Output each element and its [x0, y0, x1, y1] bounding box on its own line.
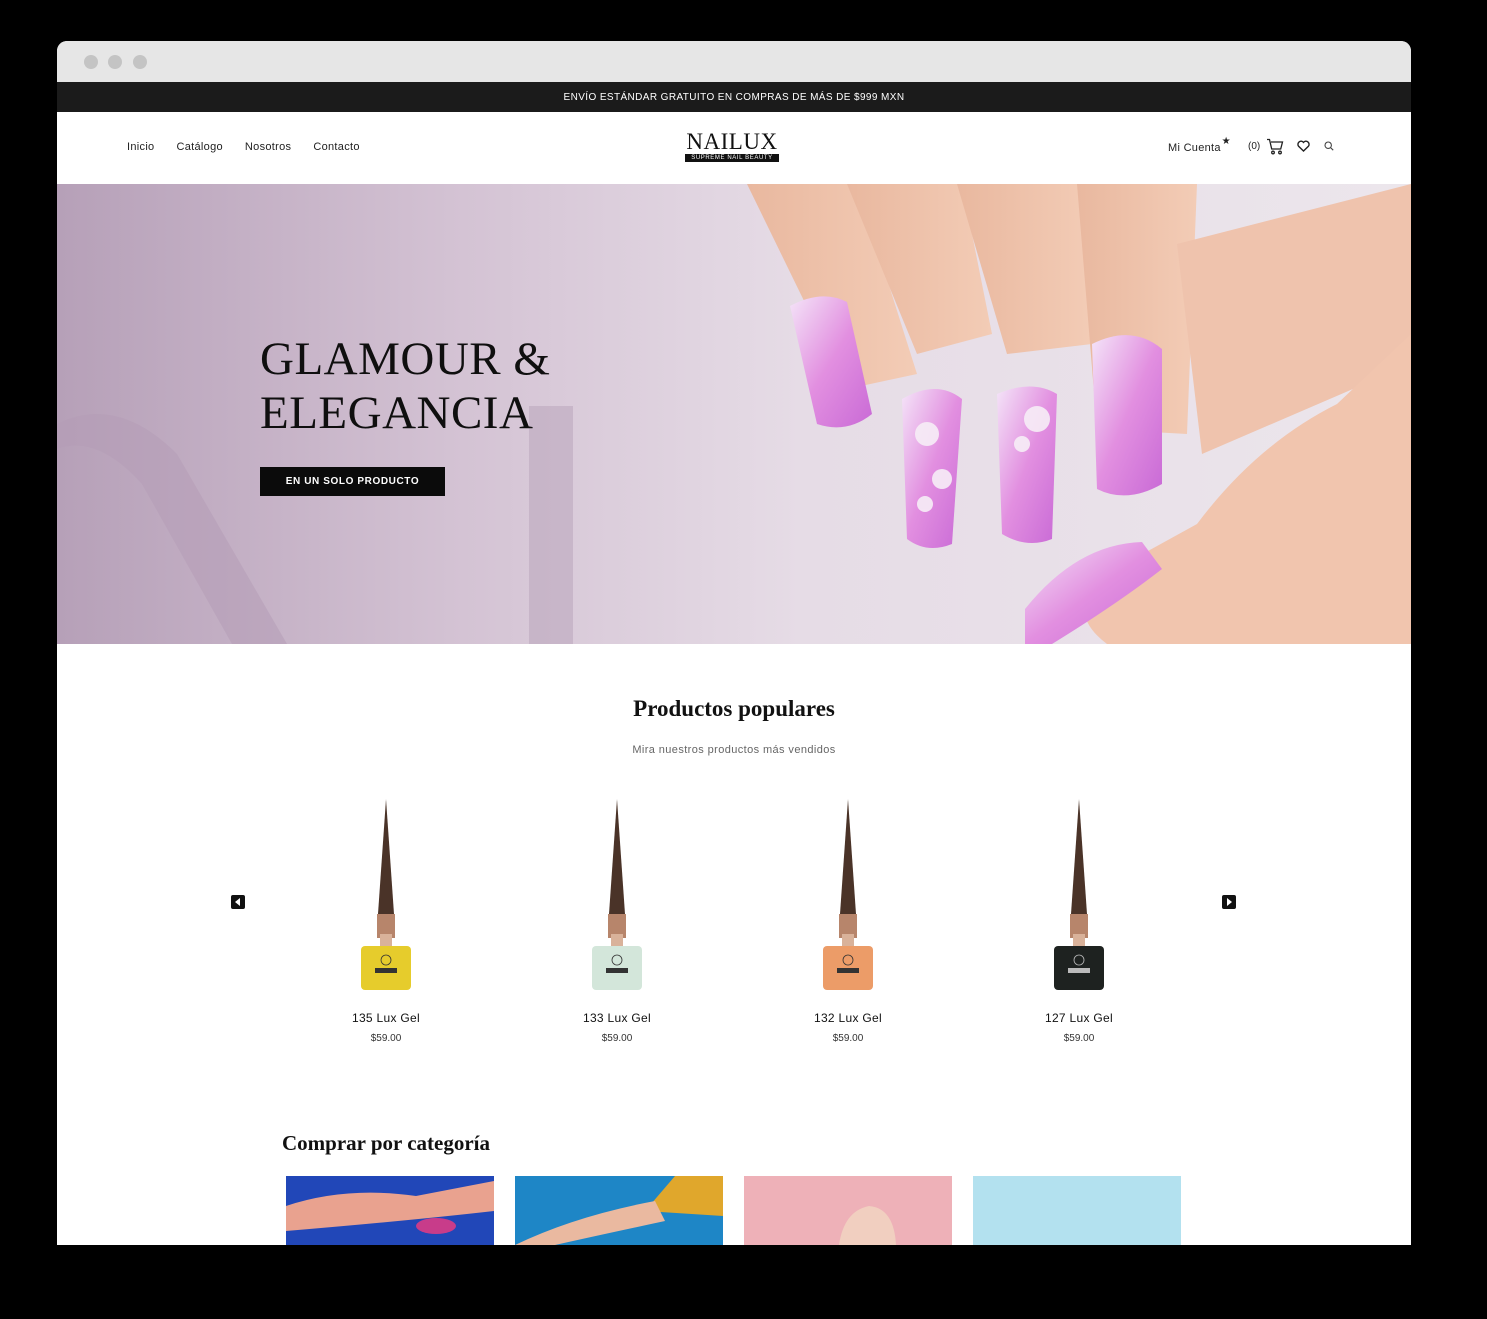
category-image	[839, 1206, 896, 1245]
cart-icon[interactable]	[1265, 136, 1285, 156]
product-price: $59.00	[601, 1033, 633, 1044]
arrow-right-icon	[1227, 898, 1232, 906]
product-name: 132 Lux Gel	[813, 1011, 882, 1025]
window-dot-icon	[133, 55, 147, 69]
product-card[interactable]: 133 Lux Gel $59.00	[517, 796, 717, 1044]
product-image	[361, 799, 411, 990]
product-name: 133 Lux Gel	[582, 1011, 651, 1025]
logo-brand: NAILUX	[686, 129, 778, 154]
category-card[interactable]	[973, 1176, 1181, 1245]
promo-text: ENVÍO ESTÁNDAR GRATUITO EN COMPRAS DE MÁ…	[563, 91, 905, 103]
product-name: 135 Lux Gel	[351, 1011, 420, 1025]
nav-item-catalogo[interactable]: Catálogo	[176, 141, 222, 153]
star-icon: ★	[1221, 136, 1231, 147]
window-dot-icon	[84, 55, 98, 69]
category-card[interactable]	[744, 1176, 952, 1245]
nav-item-nosotros[interactable]: Nosotros	[245, 141, 291, 153]
cart-count[interactable]: (0)	[1248, 141, 1260, 152]
product-image	[592, 799, 642, 990]
arrow-left-icon	[235, 898, 240, 906]
promo-bar: ENVÍO ESTÁNDAR GRATUITO EN COMPRAS DE MÁ…	[57, 82, 1411, 112]
product-name: 127 Lux Gel	[1044, 1011, 1113, 1025]
carousel-prev-button[interactable]	[231, 895, 245, 909]
logo-tagline: SUPREME NAIL BEAUTY	[685, 154, 779, 162]
category-image	[286, 1181, 494, 1234]
product-card[interactable]: 132 Lux Gel $59.00	[748, 796, 948, 1044]
window-dot-icon	[108, 55, 122, 69]
nav-item-contacto[interactable]: Contacto	[313, 141, 359, 153]
account-label: Mi Cuenta	[1168, 142, 1221, 154]
browser-chrome	[57, 41, 1411, 83]
nav-item-inicio[interactable]: Inicio	[127, 141, 154, 153]
category-card[interactable]	[515, 1176, 723, 1245]
heart-icon[interactable]	[1296, 139, 1310, 153]
category-card[interactable]	[286, 1176, 494, 1245]
product-card[interactable]: 135 Lux Gel $59.00	[286, 796, 486, 1044]
product-price: $59.00	[832, 1033, 864, 1044]
product-price: $59.00	[1063, 1033, 1095, 1044]
search-icon[interactable]	[1323, 140, 1335, 152]
hero-banner: GLAMOUR & ELEGANCIA EN UN SOLO PRODUCTO	[57, 184, 1411, 644]
hero-title-line1: GLAMOUR &	[260, 333, 551, 385]
product-image	[1054, 799, 1104, 990]
categories-title: Comprar por categoría	[282, 1131, 491, 1155]
main-nav: Inicio Catálogo Nosotros Contacto	[127, 141, 382, 153]
site-header: Inicio Catálogo Nosotros Contacto NAILUX…	[57, 112, 1411, 184]
product-card[interactable]: 127 Lux Gel $59.00	[979, 796, 1179, 1044]
hero-cta-button[interactable]: EN UN SOLO PRODUCTO	[260, 467, 445, 496]
popular-title: Productos populares	[633, 696, 835, 721]
account-link[interactable]: Mi Cuenta ★	[1168, 136, 1231, 154]
browser-window: ENVÍO ESTÁNDAR GRATUITO EN COMPRAS DE MÁ…	[57, 41, 1411, 1245]
carousel-next-button[interactable]	[1222, 895, 1236, 909]
product-price: $59.00	[370, 1033, 402, 1044]
popular-subtitle: Mira nuestros productos más vendidos	[632, 744, 836, 756]
product-image	[823, 799, 873, 990]
hero-title: GLAMOUR & ELEGANCIA	[260, 332, 550, 440]
category-image	[515, 1176, 723, 1245]
hero-title-line2: ELEGANCIA	[260, 387, 534, 439]
site-logo[interactable]: NAILUX SUPREME NAIL BEAUTY	[685, 130, 779, 162]
